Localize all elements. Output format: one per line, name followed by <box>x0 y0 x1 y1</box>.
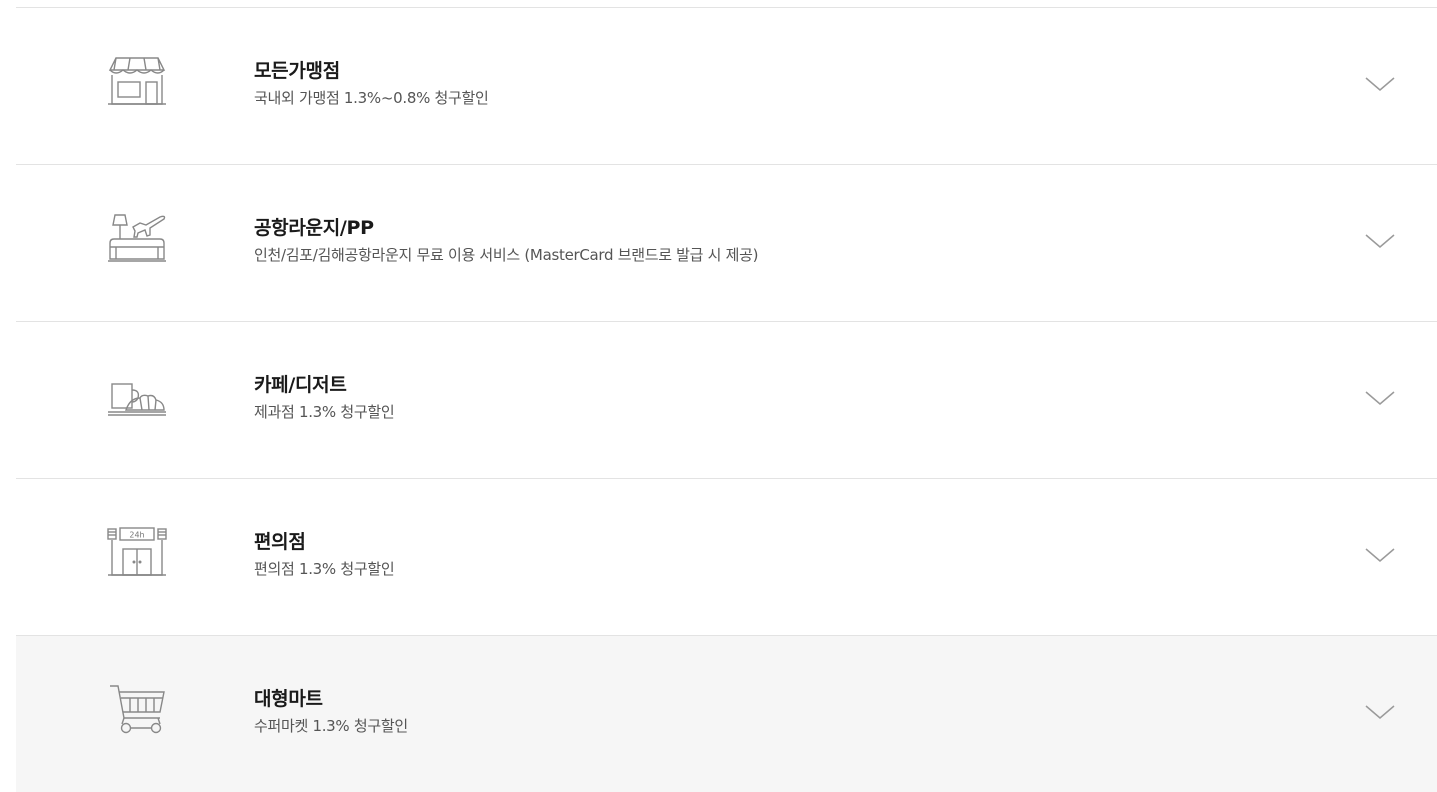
store-hours-badge: 24h <box>129 531 144 540</box>
benefit-description: 국내외 가맹점 1.3%~0.8% 청구할인 <box>254 89 489 107</box>
benefit-row-airport-lounge[interactable]: 공항라운지/PP 인천/김포/김해공항라운지 무료 이용 서비스 (Master… <box>16 165 1437 322</box>
benefit-row-cafe-dessert[interactable]: 카페/디저트 제과점 1.3% 청구할인 <box>16 322 1437 479</box>
benefit-row-hypermarket[interactable]: 대형마트 수퍼마켓 1.3% 청구할인 <box>16 636 1437 792</box>
chevron-down-icon[interactable] <box>1364 702 1396 722</box>
benefit-row-convenience-store[interactable]: 24h 편의점 편의점 1.3% 청구할인 <box>16 479 1437 636</box>
benefit-title: 공항라운지/PP <box>254 217 374 239</box>
chevron-down-icon[interactable] <box>1364 74 1396 94</box>
benefit-title: 대형마트 <box>254 688 323 710</box>
shopping-cart-icon <box>106 684 168 734</box>
benefit-title: 편의점 <box>254 531 306 553</box>
benefit-description: 편의점 1.3% 청구할인 <box>254 560 395 578</box>
convenience-store-icon: 24h <box>106 527 168 577</box>
benefit-row-all-merchants[interactable]: 모든가맹점 국내외 가맹점 1.3%~0.8% 청구할인 <box>16 8 1437 165</box>
airport-lounge-icon <box>106 213 168 263</box>
chevron-down-icon[interactable] <box>1364 388 1396 408</box>
chevron-down-icon[interactable] <box>1364 545 1396 565</box>
benefit-description: 수퍼마켓 1.3% 청구할인 <box>254 717 408 735</box>
benefit-description: 인천/김포/김해공항라운지 무료 이용 서비스 (MasterCard 브랜드로… <box>254 246 759 264</box>
store-icon <box>106 56 168 106</box>
chevron-down-icon[interactable] <box>1364 231 1396 251</box>
cafe-dessert-icon <box>106 370 168 420</box>
benefit-title: 카페/디저트 <box>254 374 347 396</box>
benefit-description: 제과점 1.3% 청구할인 <box>254 403 395 421</box>
benefit-title: 모든가맹점 <box>254 60 340 82</box>
benefit-list: 모든가맹점 국내외 가맹점 1.3%~0.8% 청구할인 공항라운지/PP 인천… <box>16 7 1437 792</box>
